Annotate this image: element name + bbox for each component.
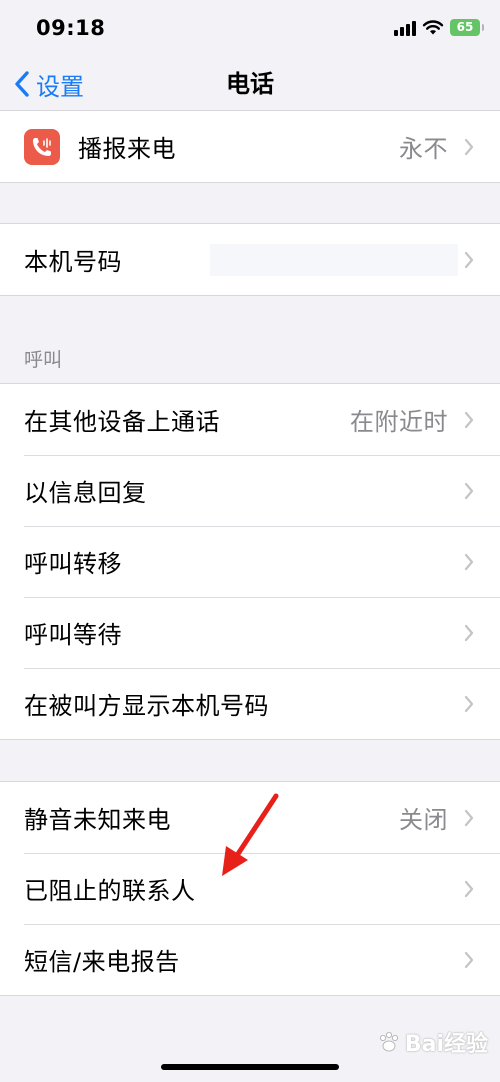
home-indicator[interactable] [161, 1064, 339, 1070]
chevron-right-icon [464, 138, 474, 156]
chevron-right-icon [464, 880, 474, 898]
chevron-right-icon [464, 624, 474, 642]
back-label: 设置 [36, 72, 84, 101]
row-label: 在被叫方显示本机号码 [24, 692, 269, 720]
chevron-right-icon [464, 695, 474, 713]
status-time: 09:18 [36, 16, 106, 40]
masked-phone-number [210, 244, 458, 276]
announce-calls-value: 永不 [399, 135, 448, 163]
row-label: 静音未知来电 [24, 806, 171, 834]
my-number-label: 本机号码 [24, 248, 122, 276]
chevron-right-icon [464, 251, 474, 269]
annotation-arrow-icon [222, 793, 279, 876]
cellular-signal-icon [394, 20, 416, 36]
row-label: 已阻止的联系人 [24, 877, 196, 905]
status-icons: 65 [394, 19, 484, 36]
announce-calls-row[interactable]: 播报来电 永不 [0, 111, 500, 182]
announce-calls-label: 播报来电 [78, 135, 176, 163]
phone-wave-icon [24, 129, 60, 165]
my-number-row[interactable]: 本机号码 [0, 224, 500, 295]
call-forwarding-row[interactable]: 呼叫转移 [0, 526, 500, 597]
chevron-right-icon [464, 809, 474, 827]
row-label: 在其他设备上通话 [24, 408, 220, 436]
calls-group: 在其他设备上通话 在附近时 以信息回复 呼叫转移 呼叫等待 在被叫方显示本机号码 [0, 383, 500, 740]
section-header-calls: 呼叫 [24, 349, 63, 371]
sms-call-reporting-row[interactable]: 短信/来电报告 [0, 924, 500, 995]
call-waiting-row[interactable]: 呼叫等待 [0, 597, 500, 668]
row-value: 关闭 [399, 806, 448, 834]
chevron-right-icon [464, 553, 474, 571]
battery-level: 65 [456, 20, 474, 34]
back-button[interactable]: 设置 [14, 60, 84, 108]
chevron-right-icon [464, 951, 474, 969]
row-label: 以信息回复 [24, 479, 147, 507]
row-value: 在附近时 [350, 408, 448, 436]
battery-icon: 65 [450, 19, 484, 36]
calls-on-other-devices-row[interactable]: 在其他设备上通话 在附近时 [0, 384, 500, 455]
nav-bar: 电话 设置 [0, 60, 500, 108]
wifi-icon [422, 20, 444, 35]
watermark: Bai经验 [377, 1026, 488, 1058]
my-number-group: 本机号码 [0, 223, 500, 296]
chevron-right-icon [464, 411, 474, 429]
status-bar: 09:18 65 [0, 0, 500, 60]
row-label: 短信/来电报告 [24, 948, 180, 976]
show-caller-id-row[interactable]: 在被叫方显示本机号码 [0, 668, 500, 739]
row-label: 呼叫转移 [24, 550, 122, 578]
respond-with-text-row[interactable]: 以信息回复 [0, 455, 500, 526]
chevron-right-icon [464, 482, 474, 500]
chevron-left-icon [15, 71, 29, 97]
announce-group: 播报来电 永不 [0, 110, 500, 183]
paw-icon [379, 1032, 398, 1052]
row-label: 呼叫等待 [24, 621, 122, 649]
watermark-text: Bai经验 [404, 1032, 488, 1057]
